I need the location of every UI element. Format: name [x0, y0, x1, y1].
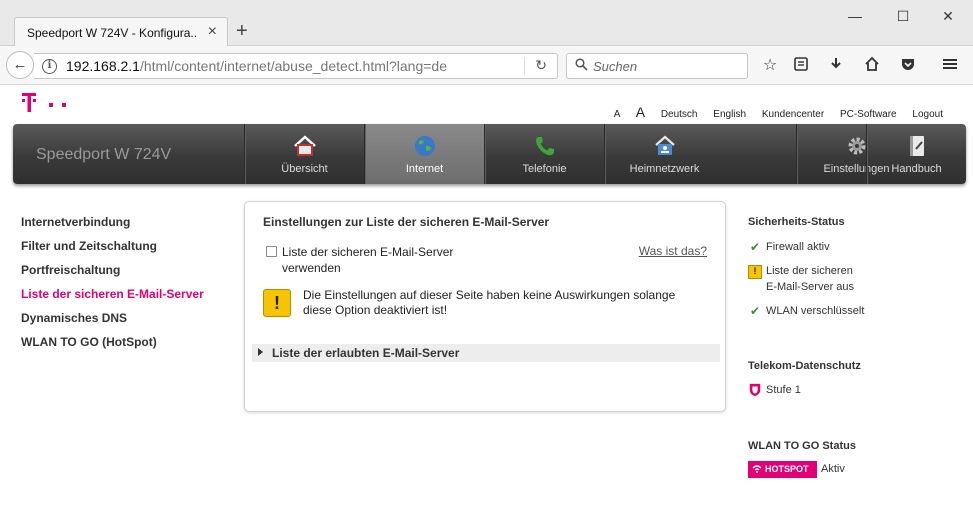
header-links: A A Deutsch English Kundencenter PC-Soft… — [601, 104, 943, 120]
wlan-status-text: WLAN verschlüsselt — [766, 305, 865, 317]
url-host: 192.168.2.1 — [66, 58, 140, 74]
privacy-level: Stufe 1 — [766, 384, 801, 396]
url-text[interactable]: 192.168.2.1/html/content/internet/abuse_… — [66, 58, 447, 74]
reload-icon[interactable]: ↻ — [535, 57, 547, 74]
pc-software-link[interactable]: PC-Software — [840, 109, 897, 120]
font-size-large-button[interactable]: A — [636, 104, 645, 120]
site-info-icon[interactable]: i — [42, 59, 57, 74]
back-arrow-icon: ← — [12, 56, 28, 73]
telekom-t-icon — [22, 93, 66, 112]
nav-label: Übersicht — [281, 163, 328, 175]
lang-deutsch-link[interactable]: Deutsch — [661, 109, 698, 120]
warning-small-icon: ! — [748, 265, 762, 279]
gear-icon — [848, 137, 865, 155]
check-icon: ✔ — [749, 240, 761, 254]
new-tab-button[interactable]: + — [236, 20, 248, 42]
hotspot-status-title: WLAN TO GO Status — [748, 440, 856, 452]
checkbox-label-line-2: verwenden — [282, 261, 341, 275]
hotspot-badge[interactable]: HOTSPOT — [748, 461, 817, 478]
bookmark-star-icon[interactable]: ☆ — [760, 56, 780, 76]
telekom-logo[interactable] — [22, 91, 78, 118]
reading-list-icon[interactable] — [791, 56, 811, 76]
device-brand: Speedport W 724V — [36, 146, 172, 163]
nav-internet[interactable]: Internet — [364, 124, 484, 184]
check-icon: ✔ — [749, 304, 761, 318]
search-icon — [575, 58, 588, 74]
nav-heimnetzwerk[interactable]: Heimnetzwerk — [604, 124, 724, 184]
privacy-title: Telekom-Datenschutz — [748, 360, 861, 372]
network-icon — [654, 135, 675, 155]
help-link[interactable]: Was ist das? — [639, 244, 707, 258]
lang-english-link[interactable]: English — [713, 109, 746, 120]
warning-text: Die Einstellungen auf dieser Seite haben… — [303, 288, 713, 318]
sidebar-item-filter[interactable]: Filter und Zeitschaltung — [21, 239, 204, 263]
shield-icon — [749, 383, 761, 397]
use-safe-mail-server-checkbox[interactable] — [266, 246, 277, 257]
url-separator — [524, 57, 525, 75]
checkbox-label[interactable]: Liste der sicheren E-Mail-Server verwend… — [282, 244, 482, 276]
nav-telefonie[interactable]: Telefonie — [484, 124, 604, 184]
tab-close-icon[interactable]: × — [208, 23, 217, 41]
download-icon[interactable] — [826, 56, 846, 76]
back-button[interactable]: ← — [6, 51, 34, 79]
home-icon — [293, 135, 316, 156]
panel-title: Einstellungen zur Liste der sicheren E-M… — [263, 215, 550, 229]
expand-arrow-icon — [258, 348, 263, 356]
nav-label: Heimnetzwerk — [629, 163, 700, 175]
search-placeholder: Suchen — [593, 59, 638, 74]
sidebar-item-email-server[interactable]: Liste der sicheren E-Mail-Server — [21, 287, 204, 311]
sidebar-item-portfreischaltung[interactable]: Portfreischaltung — [21, 263, 204, 287]
url-path: /html/content/internet/abuse_detect.html… — [139, 58, 448, 74]
globe-icon — [414, 136, 435, 156]
pocket-icon[interactable] — [898, 56, 918, 76]
sidebar-item-internetverbindung[interactable]: Internetverbindung — [21, 215, 204, 239]
nav-uebersicht[interactable]: Übersicht — [244, 124, 364, 184]
hotspot-badge-label: HOTSPOT — [765, 464, 809, 474]
checkbox-label-line-1: Liste der sicheren E-Mail-Server — [282, 245, 454, 259]
mailserver-status-line-1: Liste der sicheren — [766, 265, 853, 277]
menu-icon[interactable] — [940, 56, 960, 76]
search-bar[interactable]: Suchen — [566, 53, 748, 79]
nav-handbuch[interactable]: Handbuch — [866, 124, 966, 184]
warning-line-2: diese Option deaktiviert ist! — [303, 303, 448, 317]
warning-line-1: Die Einstellungen auf dieser Seite haben… — [303, 288, 676, 302]
sidebar: Internetverbindung Filter und Zeitschalt… — [21, 215, 204, 359]
nav-label: Telefonie — [522, 163, 567, 175]
allowed-mail-server-accordion[interactable]: Liste der erlaubten E-Mail-Server — [252, 344, 720, 362]
logout-link[interactable]: Logout — [912, 109, 943, 120]
browser-navbar: i 192.168.2.1/html/content/internet/abus… — [0, 46, 973, 85]
hotspot-state: Aktiv — [821, 463, 845, 475]
home-browser-icon[interactable] — [862, 56, 882, 76]
close-window-button[interactable]: ✕ — [938, 6, 958, 26]
firewall-status-text: Firewall aktiv — [766, 241, 830, 253]
warning-icon: ! — [263, 289, 291, 317]
mailserver-status-line-2: E-Mail-Server aus — [766, 281, 855, 293]
wifi-icon — [752, 465, 762, 473]
phone-icon — [535, 137, 554, 156]
sidebar-item-wlan-to-go[interactable]: WLAN TO GO (HotSpot) — [21, 335, 204, 359]
minimize-button[interactable]: — — [845, 6, 865, 26]
accordion-label: Liste der erlaubten E-Mail-Server — [272, 346, 460, 360]
book-icon — [909, 136, 924, 156]
settings-panel: Einstellungen zur Liste der sicheren E-M… — [244, 201, 726, 412]
security-status-title: Sicherheits-Status — [748, 216, 845, 228]
sidebar-item-dyndns[interactable]: Dynamisches DNS — [21, 311, 204, 335]
url-bar[interactable]: i 192.168.2.1/html/content/internet/abus… — [34, 53, 558, 79]
tab-title: Speedport W 724V - Konfigura... — [27, 26, 197, 40]
kundencenter-link[interactable]: Kundencenter — [762, 109, 824, 120]
font-size-small-button[interactable]: A — [614, 109, 620, 120]
main-navigation: Speedport W 724V Übersicht Internet Tele… — [13, 124, 966, 184]
maximize-button[interactable]: ☐ — [893, 6, 913, 26]
browser-tab[interactable]: Speedport W 724V - Konfigura... × — [14, 17, 228, 47]
nav-label: Handbuch — [891, 163, 942, 175]
nav-label: Internet — [405, 163, 444, 175]
browser-titlebar: Speedport W 724V - Konfigura... × + — ☐ … — [0, 0, 973, 47]
